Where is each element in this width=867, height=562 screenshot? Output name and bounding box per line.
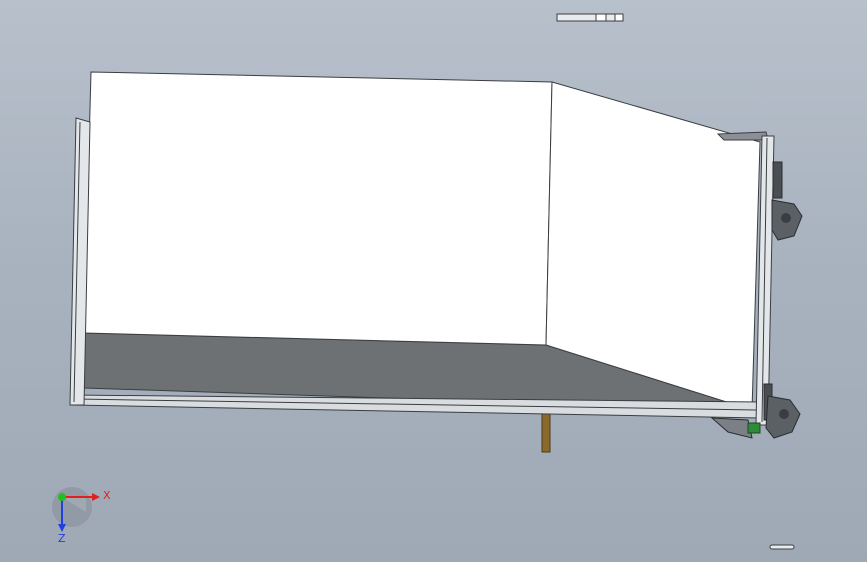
support-post[interactable] — [541, 407, 551, 453]
x-axis-label: X — [103, 489, 111, 502]
top-side-rail[interactable] — [716, 131, 769, 141]
upper-wheel-bracket[interactable] — [771, 161, 803, 241]
z-axis-label: Z — [58, 532, 66, 545]
detached-part-top[interactable] — [556, 13, 624, 22]
detached-part-bottom[interactable] — [769, 544, 795, 550]
3d-viewport[interactable]: X Z — [0, 0, 867, 562]
back-wall-panel[interactable] — [83, 71, 553, 346]
orientation-triad: X Z — [52, 487, 111, 545]
